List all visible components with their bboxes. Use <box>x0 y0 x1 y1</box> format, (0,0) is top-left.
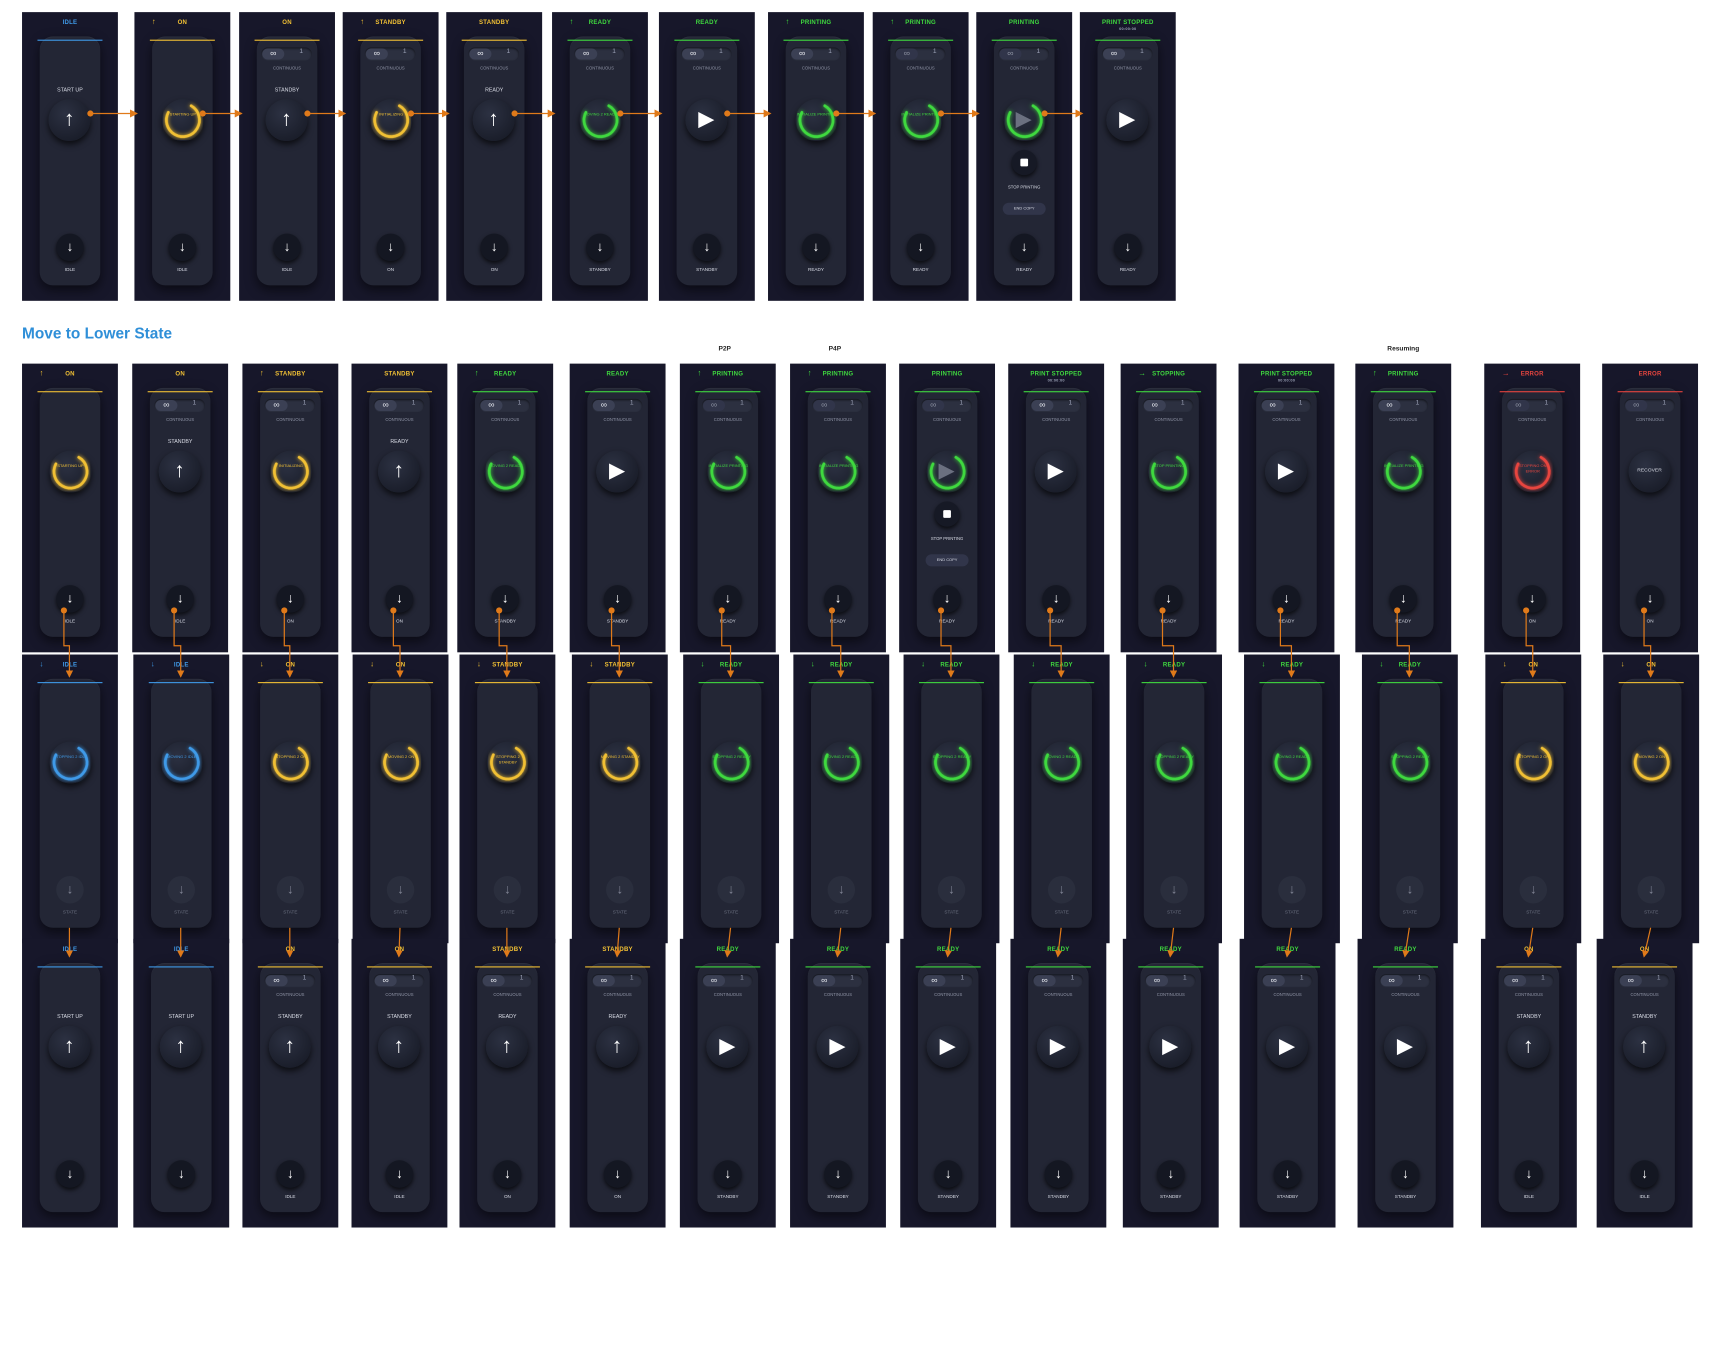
transition-arrow <box>1284 927 1293 958</box>
transition-arrow <box>831 610 845 678</box>
transition-arrow <box>63 610 74 678</box>
transition-arrow <box>610 610 623 678</box>
arrow-origin-dot <box>833 110 840 117</box>
transition-arrow <box>395 927 403 958</box>
arrow-origin-dot <box>304 110 311 117</box>
transition-arrow <box>498 610 511 678</box>
transition-arrow <box>834 927 842 958</box>
transition-arrow <box>173 610 185 678</box>
transition-arrow <box>1054 927 1063 958</box>
arrow-origin-dot <box>1041 110 1048 117</box>
arrow-origin-dot <box>937 110 945 117</box>
transition-arrow <box>1402 927 1410 958</box>
transition-arrow <box>1525 610 1537 678</box>
transition-arrow <box>392 610 404 678</box>
transition-arrow <box>724 927 732 958</box>
transition-arrow <box>1167 927 1175 958</box>
transition-arrow <box>1641 927 1652 958</box>
transition-arrow <box>1525 927 1534 958</box>
transition-arrows <box>60 109 1655 958</box>
transition-arrow <box>721 610 735 678</box>
transition-arrow <box>1161 610 1178 678</box>
transition-arrow <box>283 610 294 678</box>
transition-arrow <box>940 610 955 678</box>
transition-arrow <box>944 927 952 958</box>
arrow-origin-dot <box>87 110 94 117</box>
transition-arrow <box>1643 610 1655 678</box>
arrow-origin-dot <box>199 110 206 117</box>
transition-arrow <box>1396 610 1413 678</box>
state-transition-diagram: Move to Lower State P2P P4P Resuming IDL… <box>0 0 1718 1363</box>
arrow-origin-dot <box>617 110 624 117</box>
arrow-origin-dot <box>724 110 731 117</box>
arrow-origin-dot <box>407 110 415 117</box>
arrow-origin-dot <box>511 110 518 117</box>
transition-arrow <box>613 927 622 958</box>
transition-arrow <box>1279 610 1296 678</box>
transition-arrow <box>1049 610 1065 678</box>
